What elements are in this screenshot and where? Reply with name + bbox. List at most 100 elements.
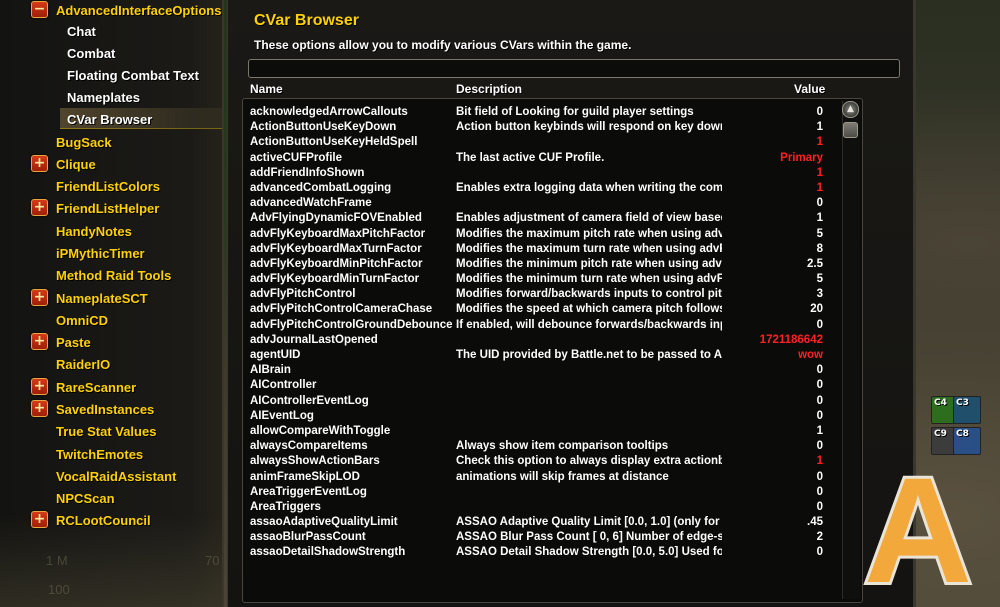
column-header-value[interactable]: Value	[794, 82, 825, 96]
cvar-value[interactable]: 1721186642	[760, 334, 823, 346]
addon-category-item[interactable]: BugSack	[56, 132, 112, 152]
addon-subcategory-item[interactable]: Combat	[67, 43, 115, 63]
cvar-name: advFlyKeyboardMaxPitchFactor	[250, 227, 426, 240]
cvar-value[interactable]: 0	[817, 197, 823, 209]
table-row[interactable]: advFlyKeyboardMinPitchFactor Modifies the…	[248, 258, 828, 273]
cvar-value[interactable]: .45	[807, 516, 823, 528]
addon-category-item[interactable]: Method Raid Tools	[56, 265, 171, 285]
addon-category-item[interactable]: RareScanner	[56, 377, 136, 397]
table-row[interactable]: advJournalLastOpened 1721186642	[248, 334, 828, 349]
table-row[interactable]: ActionButtonUseKeyHeldSpell 1	[248, 136, 828, 151]
cvar-value[interactable]: 5	[817, 273, 823, 285]
cvar-value[interactable]: 20	[810, 303, 823, 315]
table-row[interactable]: addFriendInfoShown 1	[248, 167, 828, 182]
cvar-value[interactable]: wow	[798, 349, 823, 361]
expand-toggle-icon[interactable]: +	[31, 155, 48, 172]
addon-subcategory-item[interactable]: Chat	[67, 21, 96, 41]
column-header-name[interactable]: Name	[250, 82, 283, 96]
raid-frame-icon[interactable]: C3	[953, 396, 981, 424]
cvar-value[interactable]: 5	[817, 228, 823, 240]
table-row[interactable]: advFlyPitchControlGroundDebounce If enabl…	[248, 319, 828, 334]
table-row[interactable]: agentUID The UID provided by Battle.net t…	[248, 349, 828, 364]
cvar-value[interactable]: Primary	[780, 152, 823, 164]
cvar-value[interactable]: 0	[817, 501, 823, 513]
expand-toggle-icon[interactable]: +	[31, 511, 48, 528]
scroll-up-button[interactable]: ▲	[842, 101, 859, 118]
table-row[interactable]: AIController 0	[248, 379, 828, 394]
addon-category-item[interactable]: OmniCD	[56, 310, 108, 330]
cvar-value[interactable]: 0	[817, 319, 823, 331]
table-row[interactable]: advFlyKeyboardMaxTurnFactor Modifies the …	[248, 243, 828, 258]
addon-category-item[interactable]: SavedInstances	[56, 399, 154, 419]
addon-category-item[interactable]: FriendListColors	[56, 176, 160, 196]
cvar-value[interactable]: 0	[817, 546, 823, 558]
addon-category-item[interactable]: AdvancedInterfaceOptions	[56, 0, 221, 20]
cvar-value[interactable]: 1	[817, 167, 823, 179]
table-row[interactable]: advancedWatchFrame 0	[248, 197, 828, 212]
cvar-value[interactable]: 3	[817, 288, 823, 300]
addon-category-item[interactable]: HandyNotes	[56, 221, 132, 241]
cvar-value[interactable]: 0	[817, 364, 823, 376]
table-row[interactable]: AreaTriggers 0	[248, 501, 828, 516]
cvar-value[interactable]: 1	[817, 121, 823, 133]
addon-category-item[interactable]: True Stat Values	[56, 421, 156, 441]
table-row[interactable]: alwaysCompareItems Always show item compa…	[248, 440, 828, 455]
table-row[interactable]: animFrameSkipLOD animations will skip fra…	[248, 471, 828, 486]
addon-category-item[interactable]: FriendListHelper	[56, 198, 159, 218]
addon-subcategory-item[interactable]: Nameplates	[67, 87, 140, 107]
expand-toggle-icon[interactable]: +	[31, 333, 48, 350]
table-row[interactable]: acknowledgedArrowCallouts Bit field of Lo…	[248, 106, 828, 121]
table-row[interactable]: allowCompareWithToggle 1	[248, 425, 828, 440]
cvar-value[interactable]: 1	[817, 182, 823, 194]
addon-category-item[interactable]: RCLootCouncil	[56, 510, 151, 530]
cvar-value[interactable]: 0	[817, 410, 823, 422]
table-row[interactable]: AIControllerEventLog 0	[248, 395, 828, 410]
addon-subcategory-item[interactable]: CVar Browser	[67, 109, 152, 129]
table-row[interactable]: advFlyKeyboardMaxPitchFactor Modifies the…	[248, 228, 828, 243]
scrollbar-thumb[interactable]	[843, 122, 858, 138]
cvar-value[interactable]: 1	[817, 212, 823, 224]
table-row[interactable]: AdvFlyingDynamicFOVEnabled Enables adjust…	[248, 212, 828, 227]
expand-toggle-icon[interactable]: +	[31, 378, 48, 395]
table-row[interactable]: assaoAdaptiveQualityLimit ASSAO Adaptive …	[248, 516, 828, 531]
table-row[interactable]: assaoDetailShadowStrength ASSAO Detail Sh…	[248, 546, 828, 561]
table-row[interactable]: ActionButtonUseKeyDown Action button keyb…	[248, 121, 828, 136]
addon-category-item[interactable]: Clique	[56, 154, 96, 174]
table-row[interactable]: AIBrain 0	[248, 364, 828, 379]
expand-toggle-icon[interactable]: +	[31, 199, 48, 216]
table-row[interactable]: assaoBlurPassCount ASSAO Blur Pass Count …	[248, 531, 828, 546]
cvar-value[interactable]: 1	[817, 136, 823, 148]
cvar-value[interactable]: 0	[817, 471, 823, 483]
expand-toggle-icon[interactable]: +	[31, 400, 48, 417]
search-input[interactable]	[248, 59, 900, 78]
cvar-value[interactable]: 0	[817, 440, 823, 452]
expand-toggle-icon[interactable]: +	[31, 289, 48, 306]
table-row[interactable]: alwaysShowActionBars Check this option to…	[248, 455, 828, 470]
addon-category-item[interactable]: NameplateSCT	[56, 288, 148, 308]
expand-toggle-icon[interactable]: −	[31, 1, 48, 18]
addon-category-item[interactable]: RaiderIO	[56, 354, 110, 374]
table-row[interactable]: advFlyKeyboardMinTurnFactor Modifies the …	[248, 273, 828, 288]
cvar-value[interactable]: 2	[817, 531, 823, 543]
cvar-value[interactable]: 0	[817, 106, 823, 118]
table-row[interactable]: AreaTriggerEventLog 0	[248, 486, 828, 501]
cvar-value[interactable]: 8	[817, 243, 823, 255]
table-row[interactable]: advFlyPitchControlCameraChase Modifies th…	[248, 303, 828, 318]
addon-subcategory-item[interactable]: Floating Combat Text	[67, 65, 199, 85]
table-row[interactable]: AIEventLog 0	[248, 410, 828, 425]
table-row[interactable]: advFlyPitchControl Modifies forward/backw…	[248, 288, 828, 303]
cvar-value[interactable]: 0	[817, 486, 823, 498]
cvar-value[interactable]: 0	[817, 395, 823, 407]
addon-category-item[interactable]: NPCScan	[56, 488, 115, 508]
cvar-value[interactable]: 0	[817, 379, 823, 391]
addon-category-item[interactable]: iPMythicTimer	[56, 243, 145, 263]
cvar-value[interactable]: 1	[817, 425, 823, 437]
addon-category-item[interactable]: Paste	[56, 332, 91, 352]
cvar-value[interactable]: 1	[817, 455, 823, 467]
column-header-description[interactable]: Description	[456, 82, 522, 96]
addon-category-item[interactable]: VocalRaidAssistant	[56, 466, 176, 486]
addon-category-item[interactable]: TwitchEmotes	[56, 444, 143, 464]
table-row[interactable]: activeCUFProfile The last active CUF Prof…	[248, 152, 828, 167]
cvar-value[interactable]: 2.5	[807, 258, 823, 270]
table-row[interactable]: advancedCombatLogging Enables extra loggi…	[248, 182, 828, 197]
